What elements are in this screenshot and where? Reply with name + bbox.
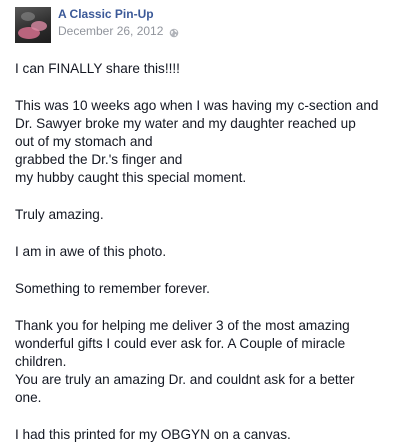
- message-line: This was 10 weeks ago when I was having …: [15, 98, 379, 113]
- message-line: Thank you for helping me deliver 3 of th…: [15, 318, 350, 333]
- message-line: I am in awe of this photo.: [15, 244, 167, 259]
- globe-icon: [169, 27, 179, 37]
- message-line: You are truly an amazing Dr. and couldnt…: [15, 372, 355, 387]
- post-meta: December 26, 2012: [58, 24, 179, 39]
- avatar[interactable]: [15, 7, 51, 43]
- message-line: Something to remember forever.: [15, 281, 210, 296]
- author-name-link[interactable]: A Classic Pin-Up: [58, 7, 154, 22]
- message-line: I can FINALLY share this!!!!: [15, 61, 180, 76]
- message-line: Truly amazing.: [15, 207, 104, 222]
- message-line: I had this printed for my OBGYN on a can…: [15, 427, 291, 442]
- post-header: A Classic Pin-Up December 26, 2012: [15, 7, 395, 47]
- message-line: wonderful gifts I could ever ask for. A …: [15, 336, 346, 351]
- post-date[interactable]: December 26, 2012: [58, 24, 163, 39]
- message-line: one.: [15, 390, 42, 405]
- message-line: grabbed the Dr.'s finger and: [15, 152, 183, 167]
- facebook-post: A Classic Pin-Up December 26, 2012 I can…: [0, 0, 408, 442]
- message-line: children.: [15, 354, 67, 369]
- message-line: Dr. Sawyer broke my water and my daughte…: [15, 116, 356, 131]
- post-message: I can FINALLY share this!!!! This was 10 …: [15, 60, 400, 444]
- message-line: my hubby caught this special moment.: [15, 170, 247, 185]
- message-line: out of my stomach and: [15, 134, 153, 149]
